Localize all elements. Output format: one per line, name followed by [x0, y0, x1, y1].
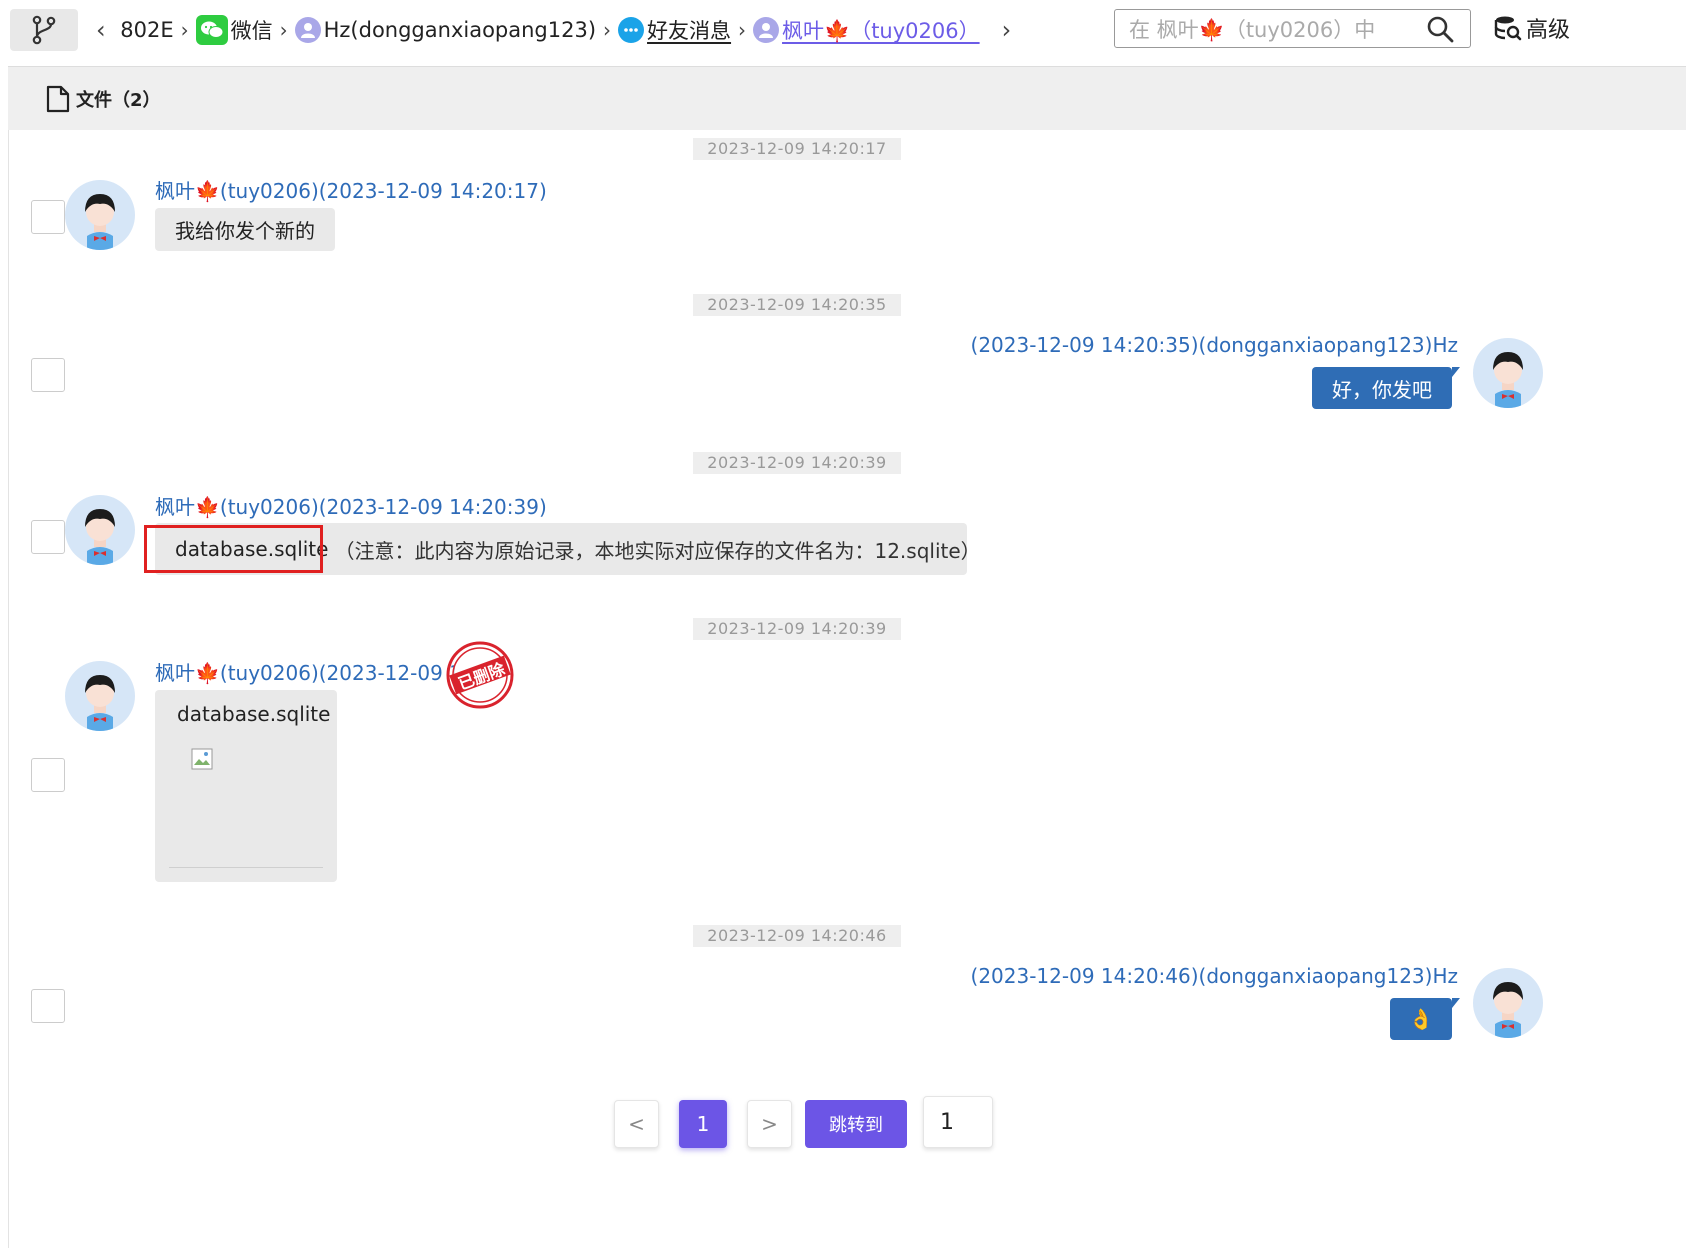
- avatar: [65, 495, 135, 565]
- jump-to-label: 跳转到: [829, 1115, 883, 1136]
- message-timestamp: 2023-12-09 14:20:17: [693, 138, 901, 160]
- crumb-case[interactable]: 3802E: [120, 18, 174, 42]
- page-number-input[interactable]: 1: [923, 1096, 993, 1148]
- advanced-search-label: 高级: [1526, 18, 1571, 43]
- message-timestamp: 2023-12-09 14:20:39: [693, 618, 901, 640]
- tab-files[interactable]: 文件（2）: [46, 85, 161, 113]
- crumb-wechat-label: 微信: [230, 19, 273, 43]
- message-timestamp: 2023-12-09 14:20:39: [693, 452, 901, 474]
- chevron-right-icon: ›: [180, 18, 189, 42]
- avatar: [1473, 338, 1543, 408]
- search-placeholder: 在 枫叶🍁（tuy0206）中: [1129, 17, 1376, 42]
- message-checkbox[interactable]: [31, 989, 65, 1023]
- sender-name[interactable]: 枫叶🍁(tuy0206)(2023-12-09 14:20:39): [155, 657, 455, 686]
- chevron-right-icon: ›: [603, 18, 612, 42]
- page-1-button[interactable]: 1: [679, 1100, 727, 1148]
- chevron-left-icon: <: [628, 1112, 645, 1136]
- crumb-case-label: 3802E: [120, 18, 174, 42]
- message-checkbox[interactable]: [31, 520, 65, 554]
- chevron-right-icon: ›: [738, 18, 747, 42]
- user-icon: [753, 17, 780, 43]
- user-icon: [294, 17, 321, 43]
- sender-name[interactable]: (2023-12-09 14:20:35)(dongganxiaopang123…: [971, 333, 1458, 357]
- broken-image-icon: [191, 748, 213, 770]
- crumb-contact[interactable]: 枫叶🍁（tuy0206）: [753, 15, 980, 45]
- message-checkbox[interactable]: [31, 200, 65, 234]
- crumb-friend-messages[interactable]: 好友消息: [618, 15, 731, 45]
- file-preview-card[interactable]: database.sqlite: [155, 690, 337, 882]
- branch-icon: [32, 15, 56, 45]
- message-text: 我给你发个新的: [175, 219, 315, 243]
- sender-name[interactable]: 枫叶🍁(tuy0206)(2023-12-09 14:20:39): [155, 491, 547, 520]
- crumb-contact-label: 枫叶🍁（tuy0206）: [782, 19, 980, 43]
- message-bubble: 我给你发个新的: [155, 208, 335, 251]
- wechat-icon: [195, 15, 228, 45]
- avatar: [1473, 968, 1543, 1038]
- prev-page-button[interactable]: <: [614, 1100, 659, 1148]
- branch-button[interactable]: [10, 9, 78, 51]
- avatar-face-icon: [85, 194, 115, 250]
- chat-panel[interactable]: 2023-12-09 14:20:17 枫叶🍁(tuy0206)(2023-12…: [8, 130, 1686, 1248]
- crumb-friend-messages-label: 好友消息: [647, 19, 732, 43]
- search-input[interactable]: 在 枫叶🍁（tuy0206）中: [1114, 9, 1471, 48]
- avatar-face-icon: [85, 675, 115, 731]
- database-search-icon: [1494, 16, 1522, 41]
- jump-to-button[interactable]: 跳转到: [805, 1100, 907, 1148]
- chevron-right-icon: >: [761, 1112, 778, 1136]
- message-text: 好，你发吧: [1332, 377, 1432, 402]
- tab-bar: 文件（2）: [8, 66, 1686, 130]
- file-name: database.sqlite: [177, 702, 331, 726]
- divider: [169, 867, 323, 868]
- back-arrow-icon[interactable]: ‹: [96, 16, 106, 44]
- message-bubble: 👌: [1390, 998, 1460, 1040]
- file-icon: [46, 85, 70, 112]
- crumb-account-label: Hz(dongganxiaopang123): [323, 18, 597, 42]
- chat-bubble-icon: [618, 17, 645, 43]
- message-timestamp: 2023-12-09 14:20:35: [693, 294, 901, 316]
- message-checkbox[interactable]: [31, 358, 65, 392]
- message-timestamp: 2023-12-09 14:20:46: [693, 925, 901, 947]
- file-note: （注意：此内容为原始记录，本地实际对应保存的文件名为：12.sqlite）: [334, 538, 981, 563]
- chevron-right-icon: ›: [279, 18, 288, 42]
- sender-name[interactable]: (2023-12-09 14:20:46)(dongganxiaopang123…: [971, 964, 1458, 988]
- page-number: 1: [696, 1112, 710, 1136]
- avatar-face-icon: [1493, 982, 1523, 1038]
- avatar: [65, 661, 135, 731]
- forward-arrow-icon[interactable]: ›: [1002, 16, 1012, 44]
- search-icon[interactable]: [1426, 15, 1454, 43]
- tab-files-label: 文件（2）: [76, 89, 161, 111]
- highlight-box: [144, 525, 323, 573]
- advanced-search-button[interactable]: 高级: [1494, 12, 1570, 44]
- sender-name[interactable]: 枫叶🍁(tuy0206)(2023-12-09 14:20:17): [155, 175, 547, 204]
- breadcrumb: ‹ 3802E › 微信 › Hz(dongganxiaopang123) › …: [96, 10, 1025, 50]
- message-checkbox[interactable]: [31, 758, 65, 792]
- message-bubble: 好，你发吧: [1312, 367, 1460, 409]
- deleted-stamp: 已删除: [445, 640, 515, 710]
- crumb-wechat[interactable]: 微信: [195, 15, 273, 45]
- page-number-input-value: 1: [940, 1109, 954, 1135]
- avatar-face-icon: [1493, 352, 1523, 408]
- avatar-face-icon: [85, 509, 115, 565]
- top-bar: ‹ 3802E › 微信 › Hz(dongganxiaopang123) › …: [0, 0, 1686, 66]
- next-page-button[interactable]: >: [747, 1100, 792, 1148]
- emoji-ok-hand: 👌: [1408, 1007, 1434, 1031]
- avatar: [65, 180, 135, 250]
- crumb-account[interactable]: Hz(dongganxiaopang123): [294, 17, 597, 43]
